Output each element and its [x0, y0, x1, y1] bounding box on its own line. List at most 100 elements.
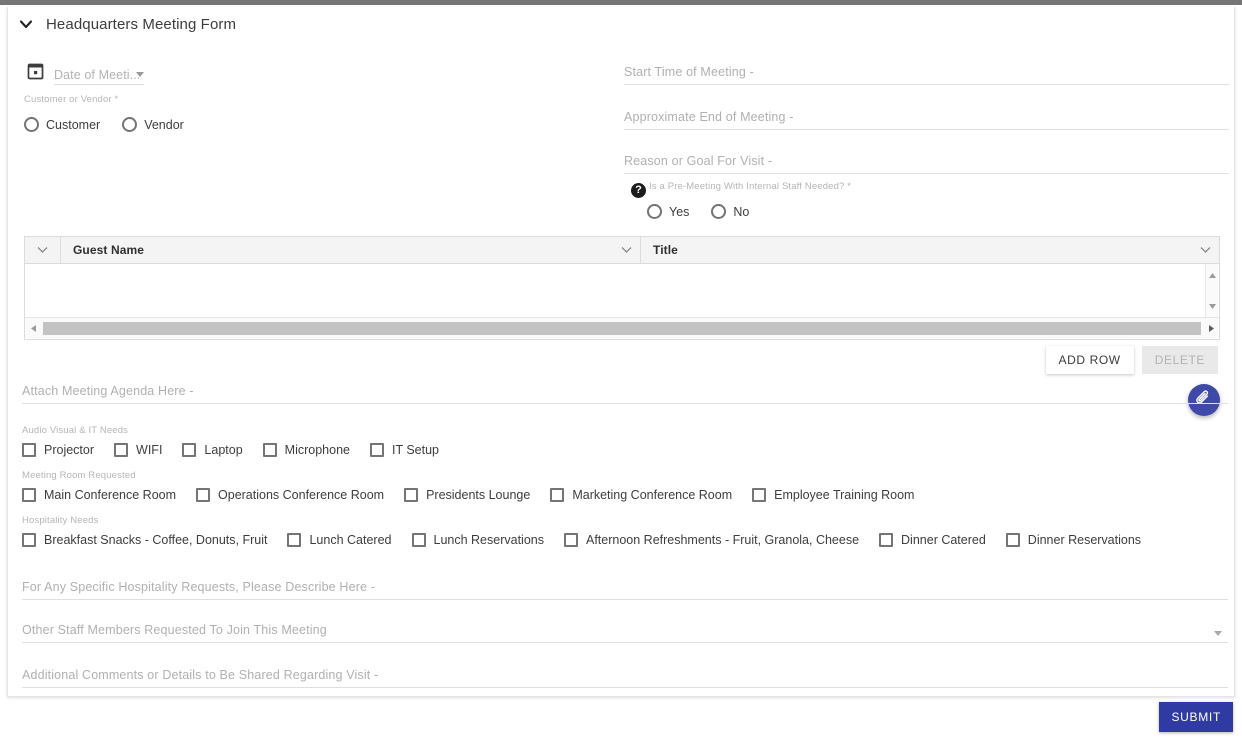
- grid-header-row: Guest Name Title: [25, 237, 1219, 264]
- radio-vendor[interactable]: Vendor: [122, 117, 184, 132]
- grid-body[interactable]: [25, 264, 1219, 317]
- customer-vendor-radio-group[interactable]: Customer Vendor: [24, 117, 206, 132]
- grid-column-label: Guest Name: [73, 243, 145, 257]
- checkbox-projector[interactable]: Projector: [22, 443, 94, 457]
- checkbox-main-conference-room[interactable]: Main Conference Room: [22, 488, 176, 502]
- checkbox-box-icon: [182, 443, 197, 457]
- checkbox-box-icon: [22, 533, 36, 547]
- scroll-right-arrow-icon[interactable]: [1205, 324, 1217, 333]
- radio-yes[interactable]: Yes: [647, 204, 689, 219]
- other-staff-members-field[interactable]: Other Staff Members Requested To Join Th…: [22, 617, 1228, 643]
- grid-horizontal-scrollbar[interactable]: [25, 317, 1219, 338]
- page-title: Headquarters Meeting Form: [46, 15, 237, 33]
- checkbox-group-meeting-room: Meeting Room Requested Main Conference R…: [22, 470, 934, 502]
- checkbox-group-audio-visual: Audio Visual & IT Needs Projector WIFI L…: [22, 425, 459, 457]
- start-time-field[interactable]: Start Time of Meeting -: [624, 59, 1229, 85]
- checkbox-box-icon: [550, 488, 565, 502]
- chevron-down-icon[interactable]: [1200, 241, 1211, 259]
- checkbox-box-icon: [262, 443, 277, 457]
- grid-vertical-scrollbar[interactable]: [1205, 264, 1219, 317]
- reason-for-visit-field[interactable]: Reason or Goal For Visit -: [624, 148, 1229, 174]
- checkbox-row: Projector WIFI Laptop Microphone IT Setu…: [22, 443, 459, 457]
- guest-data-grid[interactable]: Guest Name Title: [24, 236, 1220, 340]
- checkbox-wifi[interactable]: WIFI: [114, 443, 162, 457]
- checkbox-group-hospitality: Hospitality Needs Breakfast Snacks - Cof…: [22, 515, 1161, 547]
- submit-button[interactable]: SUBMIT: [1159, 702, 1233, 732]
- checkbox-label: Presidents Lounge: [426, 488, 531, 502]
- checkbox-it-setup[interactable]: IT Setup: [369, 443, 440, 457]
- reason-placeholder: Reason or Goal For Visit -: [624, 154, 773, 168]
- checkbox-dinner-catered[interactable]: Dinner Catered: [879, 533, 986, 547]
- date-input[interactable]: Date of Meeti...: [54, 61, 144, 85]
- checkbox-label: Dinner Catered: [901, 533, 986, 547]
- radio-no[interactable]: No: [711, 204, 749, 219]
- checkbox-label: Laptop: [204, 443, 243, 457]
- checkbox-box-icon: [404, 488, 419, 502]
- checkbox-presidents-lounge[interactable]: Presidents Lounge: [404, 488, 530, 502]
- page-root: Headquarters Meeting Form Date of Meeti.…: [0, 5, 1242, 750]
- end-time-field[interactable]: Approximate End of Meeting -: [624, 104, 1229, 130]
- add-row-button[interactable]: ADD ROW: [1045, 346, 1134, 374]
- radio-no-label: No: [733, 204, 750, 219]
- checkbox-breakfast-snacks[interactable]: Breakfast Snacks - Coffee, Donuts, Fruit: [22, 533, 267, 547]
- radio-circle-icon: [122, 117, 138, 132]
- checkbox-label: WIFI: [136, 443, 163, 457]
- checkbox-lunch-reservations[interactable]: Lunch Reservations: [411, 533, 544, 547]
- checkbox-label: IT Setup: [391, 443, 440, 457]
- chevron-down-icon[interactable]: [136, 72, 144, 77]
- checkbox-label: Afternoon Refreshments - Fruit, Granola,…: [585, 533, 860, 547]
- checkbox-box-icon: [563, 533, 578, 547]
- checkbox-label: Projector: [44, 443, 95, 457]
- checkbox-marketing-conference-room[interactable]: Marketing Conference Room: [550, 488, 732, 502]
- checkbox-box-icon: [114, 443, 129, 457]
- checkbox-box-icon: [287, 533, 302, 547]
- checkbox-label: Marketing Conference Room: [572, 488, 733, 502]
- attach-agenda-field[interactable]: Attach Meeting Agenda Here -: [22, 378, 1228, 404]
- grid-select-column-header[interactable]: [25, 237, 61, 263]
- scroll-up-arrow-icon[interactable]: [1208, 266, 1217, 284]
- other-staff-placeholder: Other Staff Members Requested To Join Th…: [22, 623, 327, 637]
- checkbox-label: Dinner Reservations: [1027, 533, 1142, 547]
- radio-vendor-label: Vendor: [144, 117, 184, 132]
- checkbox-box-icon: [752, 488, 767, 502]
- checkbox-box-icon: [196, 488, 211, 502]
- checkbox-label: Main Conference Room: [44, 488, 177, 502]
- chevron-down-icon[interactable]: [621, 241, 632, 259]
- group-title: Audio Visual & IT Needs: [22, 425, 129, 436]
- delete-row-button[interactable]: DELETE: [1141, 346, 1218, 374]
- hospitality-requests-field[interactable]: For Any Specific Hospitality Requests, P…: [22, 574, 1228, 600]
- grid-column-label: Title: [653, 243, 678, 257]
- radio-customer[interactable]: Customer: [24, 117, 100, 132]
- date-of-meeting-field[interactable]: Date of Meeti...: [24, 59, 144, 85]
- scroll-left-arrow-icon[interactable]: [27, 324, 39, 333]
- start-time-placeholder: Start Time of Meeting -: [624, 65, 754, 79]
- checkbox-lunch-catered[interactable]: Lunch Catered: [287, 533, 392, 547]
- additional-comments-field[interactable]: Additional Comments or Details to Be Sha…: [22, 662, 1228, 688]
- checkbox-afternoon-refreshments[interactable]: Afternoon Refreshments - Fruit, Granola,…: [563, 533, 860, 547]
- group-title: Meeting Room Requested: [22, 470, 136, 481]
- checkbox-laptop[interactable]: Laptop: [182, 443, 243, 457]
- checkbox-employee-training-room[interactable]: Employee Training Room: [752, 488, 914, 502]
- checkbox-label: Lunch Catered: [309, 533, 392, 547]
- scroll-down-arrow-icon[interactable]: [1208, 297, 1217, 315]
- attach-agenda-placeholder: Attach Meeting Agenda Here -: [22, 384, 194, 398]
- grid-button-row: ADD ROW DELETE: [1045, 346, 1218, 374]
- grid-column-guest-name[interactable]: Guest Name: [61, 237, 641, 263]
- end-time-placeholder: Approximate End of Meeting -: [624, 110, 794, 124]
- date-placeholder: Date of Meeti...: [54, 68, 141, 82]
- checkbox-box-icon: [22, 488, 36, 502]
- chevron-down-icon[interactable]: [1214, 631, 1222, 636]
- checkbox-dinner-reservations[interactable]: Dinner Reservations: [1005, 533, 1142, 547]
- checkbox-microphone[interactable]: Microphone: [262, 443, 350, 457]
- checkbox-row: Main Conference Room Operations Conferen…: [22, 488, 934, 502]
- checkbox-operations-conference-room[interactable]: Operations Conference Room: [196, 488, 384, 502]
- help-question-icon[interactable]: ?: [631, 183, 646, 198]
- horizontal-scroll-thumb[interactable]: [43, 321, 1201, 335]
- chevron-down-icon[interactable]: [16, 14, 36, 34]
- form-header: Headquarters Meeting Form: [8, 7, 1234, 41]
- checkbox-label: Operations Conference Room: [218, 488, 385, 502]
- checkbox-label: Employee Training Room: [774, 488, 915, 502]
- pre-meeting-radio-group[interactable]: Yes No: [647, 204, 771, 219]
- grid-column-title[interactable]: Title: [641, 237, 1219, 263]
- additional-comments-placeholder: Additional Comments or Details to Be Sha…: [22, 668, 379, 682]
